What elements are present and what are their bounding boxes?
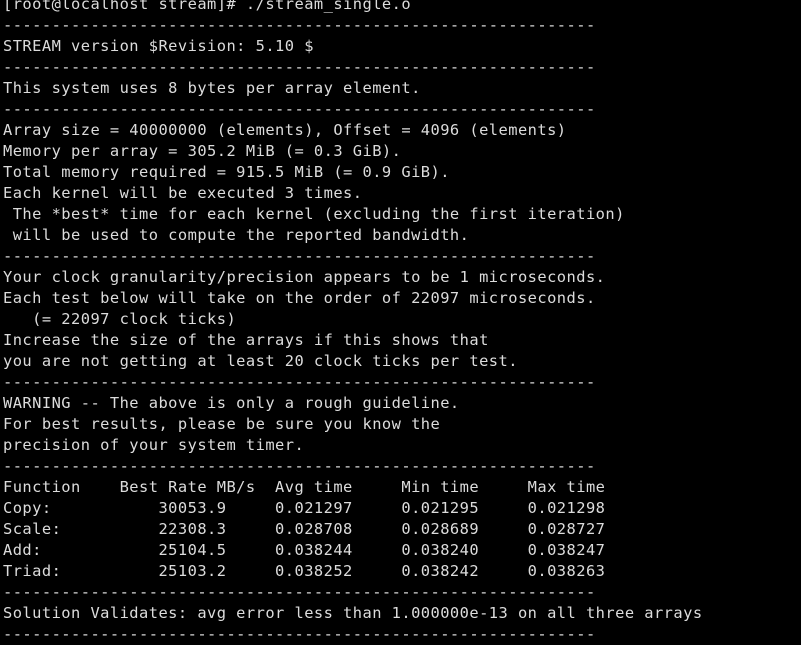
warning-line: precision of your system timer. bbox=[3, 436, 305, 454]
element-size-line: This system uses 8 bytes per array eleme… bbox=[3, 79, 421, 97]
results-row-triad: Triad: 25103.2 0.038252 0.038242 0.03826… bbox=[3, 562, 606, 580]
separator-line: ----------------------------------------… bbox=[3, 16, 596, 34]
validation-line: Solution Validates: avg error less than … bbox=[3, 604, 703, 622]
results-header-line: Function Best Rate MB/s Avg time Min tim… bbox=[3, 478, 606, 496]
clock-ticks-line: (= 22097 clock ticks) bbox=[3, 310, 237, 328]
separator-line: ----------------------------------------… bbox=[3, 100, 596, 118]
separator-line: ----------------------------------------… bbox=[3, 247, 596, 265]
kernel-runs-line: Each kernel will be executed 3 times. bbox=[3, 184, 363, 202]
advice-line: you are not getting at least 20 clock ti… bbox=[3, 352, 518, 370]
best-time-note-line: The *best* time for each kernel (excludi… bbox=[3, 205, 625, 223]
results-row-scale: Scale: 22308.3 0.028708 0.028689 0.02872… bbox=[3, 520, 606, 538]
advice-line: Increase the size of the arrays if this … bbox=[3, 331, 489, 349]
test-duration-line: Each test below will take on the order o… bbox=[3, 289, 596, 307]
shell-prompt-line: [root@localhost stream]# ./stream_single… bbox=[3, 0, 412, 13]
separator-line: ----------------------------------------… bbox=[3, 625, 596, 643]
warning-line: For best results, please be sure you kno… bbox=[3, 415, 441, 433]
total-memory-line: Total memory required = 915.5 MiB (= 0.9… bbox=[3, 163, 450, 181]
array-size-line: Array size = 40000000 (elements), Offset… bbox=[3, 121, 567, 139]
separator-line: ----------------------------------------… bbox=[3, 457, 596, 475]
bandwidth-note-line: will be used to compute the reported ban… bbox=[3, 226, 470, 244]
stream-version-line: STREAM version $Revision: 5.10 $ bbox=[3, 37, 314, 55]
memory-per-array-line: Memory per array = 305.2 MiB (= 0.3 GiB)… bbox=[3, 142, 402, 160]
results-row-copy: Copy: 30053.9 0.021297 0.021295 0.021298 bbox=[3, 499, 606, 517]
separator-line: ----------------------------------------… bbox=[3, 583, 596, 601]
separator-line: ----------------------------------------… bbox=[3, 373, 596, 391]
terminal-window[interactable]: [root@localhost stream]# ./stream_single… bbox=[3, 0, 799, 645]
separator-line: ----------------------------------------… bbox=[3, 58, 596, 76]
warning-line: WARNING -- The above is only a rough gui… bbox=[3, 394, 460, 412]
results-row-add: Add: 25104.5 0.038244 0.038240 0.038247 bbox=[3, 541, 606, 559]
clock-granularity-line: Your clock granularity/precision appears… bbox=[3, 268, 606, 286]
